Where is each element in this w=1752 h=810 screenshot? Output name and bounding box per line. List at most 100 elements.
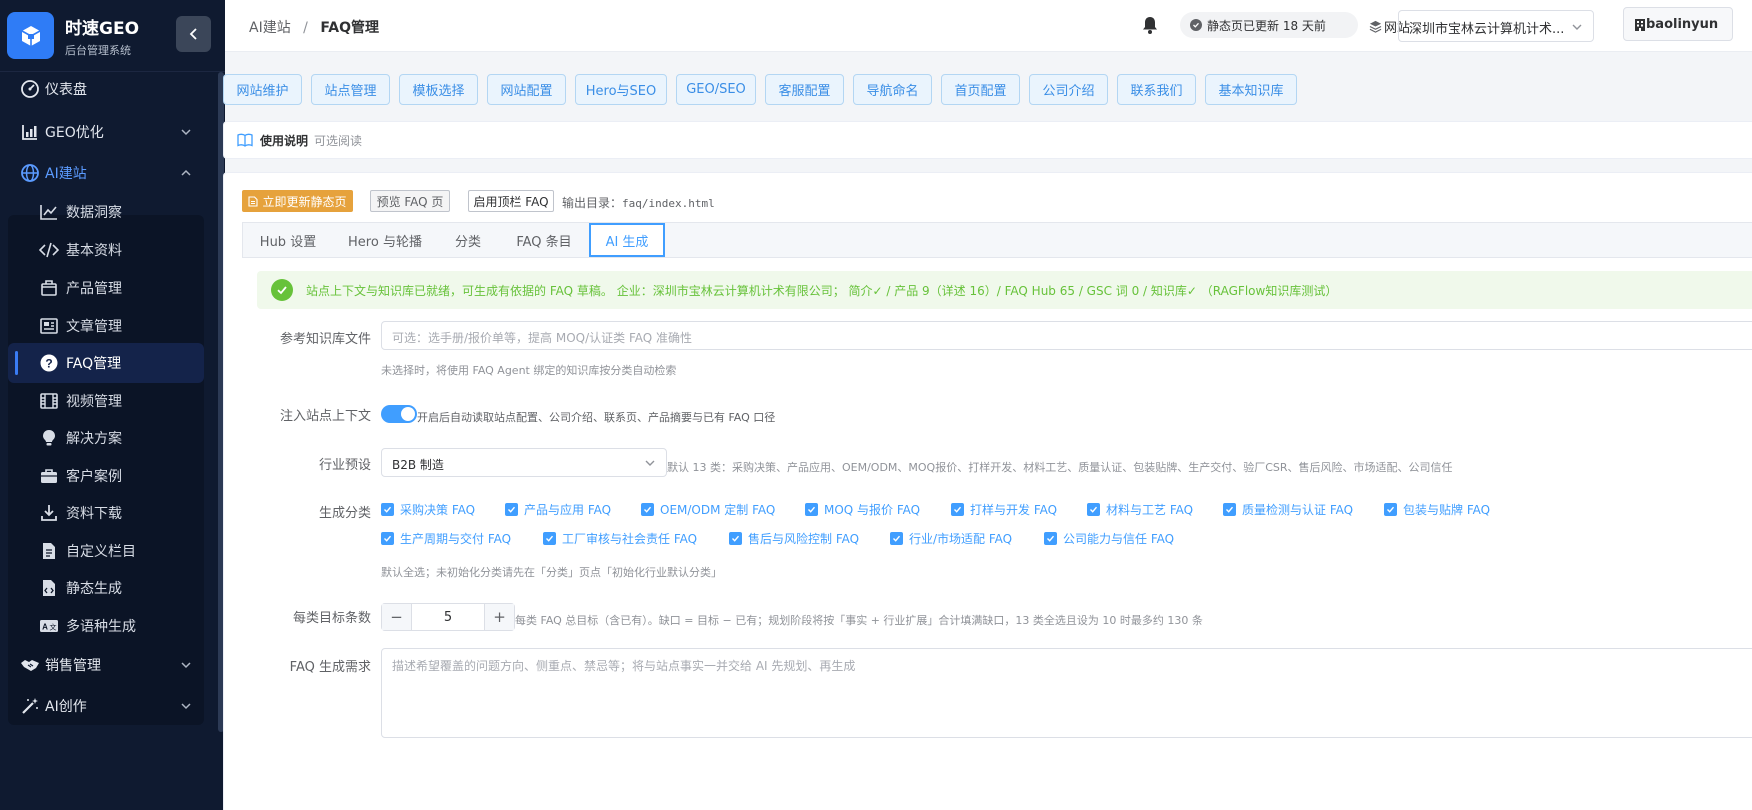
inject-context-toggle[interactable] <box>381 405 417 423</box>
sidebar-item-label: 解决方案 <box>66 431 122 447</box>
sidebar-item-ai-create[interactable]: AI创作 <box>0 685 215 727</box>
sidebar-item-static-gen[interactable]: 静态生成 <box>8 568 204 608</box>
sidebar-item-geo[interactable]: GEO优化 <box>0 111 215 153</box>
sidebar-item-multilang[interactable]: A文 多语种生成 <box>8 606 204 646</box>
svg-text:A: A <box>42 623 48 632</box>
update-static-page-button[interactable]: 立即更新静态页 <box>242 190 353 212</box>
target-count-stepper[interactable]: − 5 + <box>381 603 515 631</box>
site-select-value: 深圳市宝林云计算机计术... <box>1409 22 1565 37</box>
industry-preset-select[interactable]: B2B 制造 <box>381 448 667 477</box>
sidebar-item-dashboard[interactable]: 仪表盘 <box>0 68 215 110</box>
logo-icon <box>7 12 54 59</box>
target-count-label: 每类目标条数 <box>292 611 371 626</box>
sidebar-item-articles[interactable]: 文章管理 <box>8 306 204 346</box>
sidebar-item-videos[interactable]: 视频管理 <box>8 381 204 421</box>
sidebar-item-faq[interactable]: ? FAQ管理 <box>8 343 204 383</box>
topnav-hero-seo[interactable]: Hero与SEO <box>575 74 667 105</box>
decrement-button[interactable]: − <box>382 604 412 630</box>
topnav-station-manage[interactable]: 站点管理 <box>311 74 390 105</box>
category-checkbox[interactable]: 材料与工艺 FAQ <box>1087 501 1193 517</box>
topnav-service-config[interactable]: 客服配置 <box>765 74 844 105</box>
kb-file-hint: 未选择时，将使用 FAQ Agent 绑定的知识库按分类自动检索 <box>381 364 677 377</box>
topnav-site-config[interactable]: 网站配置 <box>487 74 566 105</box>
tab-hero-carousel[interactable]: Hero 与轮播 <box>336 223 434 257</box>
breadcrumb-parent[interactable]: AI建站 <box>249 20 291 36</box>
magic-wand-icon <box>22 698 38 714</box>
tab-ai-generate[interactable]: AI 生成 <box>589 223 665 257</box>
topnav-geo-seo[interactable]: GEO/SEO <box>676 74 756 105</box>
check-circle-icon <box>1190 19 1202 31</box>
sidebar-item-ai-site[interactable]: AI建站 <box>0 152 215 194</box>
faq-requirement-textarea[interactable]: 描述希望覆盖的问题方向、侧重点、禁忌等；将与站点事实一并交给 AI 先规划、再生… <box>381 648 1752 738</box>
question-circle-icon: ? <box>40 354 58 372</box>
static-status-badge: 静态页已更新 18 天前 <box>1180 12 1358 38</box>
check-circle-icon <box>271 279 293 301</box>
globe-icon <box>21 164 39 182</box>
download-icon <box>41 505 57 521</box>
category-checkbox[interactable]: 质量检测与认证 FAQ <box>1223 501 1353 517</box>
category-checkbox[interactable]: 工厂审核与社会责任 FAQ <box>543 530 697 546</box>
inject-context-text: 开启后自动读取站点配置、公司介绍、联系页、产品摘要与已有 FAQ 口径 <box>417 411 776 424</box>
topnav-template-select[interactable]: 模板选择 <box>399 74 478 105</box>
checkbox-checked-icon <box>381 531 394 545</box>
sidebar: 时速GEO 后台管理系统 仪表盘 GEO优化 AI建站 数据洞察 基本资料 产品… <box>0 0 225 810</box>
context-ready-alert: 站点上下文与知识库已就绪，可生成有依据的 FAQ 草稿。 企业：深圳市宝林云计算… <box>257 271 1752 309</box>
increment-button[interactable]: + <box>484 604 514 630</box>
category-checkbox[interactable]: 行业/市场适配 FAQ <box>890 530 1012 546</box>
sidebar-item-data-insight[interactable]: 数据洞察 <box>8 192 204 232</box>
topnav-home-config[interactable]: 首页配置 <box>941 74 1020 105</box>
bar-chart-icon <box>22 125 37 140</box>
topnav-contact-us[interactable]: 联系我们 <box>1117 74 1196 105</box>
tab-faq-items[interactable]: FAQ 条目 <box>503 223 585 257</box>
enable-topbar-faq-button[interactable]: 启用顶栏 FAQ <box>468 190 554 212</box>
file-code-icon <box>43 580 55 596</box>
topnav-site-maintenance[interactable]: 网站维护 <box>223 74 302 105</box>
sidebar-item-cases[interactable]: 客户案例 <box>8 456 204 496</box>
collapse-sidebar-button[interactable] <box>176 16 211 52</box>
category-checkbox[interactable]: 产品与应用 FAQ <box>505 501 611 517</box>
app-subtitle: 后台管理系统 <box>65 43 131 57</box>
category-checkbox[interactable]: MOQ 与报价 FAQ <box>805 501 920 517</box>
topnav-knowledge-base[interactable]: 基本知识库 <box>1205 74 1297 105</box>
usage-card[interactable]: 使用说明 可选阅读 <box>223 121 1752 159</box>
checkbox-checked-icon <box>1087 502 1100 516</box>
sidebar-item-solutions[interactable]: 解决方案 <box>8 418 204 458</box>
target-count-hint: 每类 FAQ 总目标（含已有）。缺口 = 目标 − 已有；规划阶段将按「事实 +… <box>515 614 1203 627</box>
category-checkbox[interactable]: 生产周期与交付 FAQ <box>381 530 511 546</box>
categories-hint: 默认全选；未初始化分类请先在「分类」页点「初始化行业默认分类」 <box>381 566 722 579</box>
topnav-company-intro[interactable]: 公司介绍 <box>1029 74 1108 105</box>
category-checkbox[interactable]: 包装与贴牌 FAQ <box>1384 501 1490 517</box>
preview-faq-button[interactable]: 预览 FAQ 页 <box>370 190 450 212</box>
checkbox-checked-icon <box>890 531 903 545</box>
category-checkbox[interactable]: OEM/ODM 定制 FAQ <box>641 501 775 517</box>
book-open-icon <box>237 133 253 147</box>
username: baolinyun <box>1646 16 1719 32</box>
briefcase-icon <box>41 469 57 483</box>
checkbox-checked-icon <box>543 531 556 545</box>
sidebar-item-sales[interactable]: 销售管理 <box>0 644 215 686</box>
sidebar-item-downloads[interactable]: 资料下载 <box>8 493 204 533</box>
site-select[interactable]: 深圳市宝林云计算机计术... <box>1398 10 1594 42</box>
bell-icon[interactable] <box>1140 15 1160 35</box>
inject-context-label: 注入站点上下文 <box>279 409 371 424</box>
sidebar-item-custom-columns[interactable]: 自定义栏目 <box>8 531 204 571</box>
tab-categories[interactable]: 分类 <box>438 223 498 257</box>
topnav-nav-naming[interactable]: 导航命名 <box>853 74 932 105</box>
dashboard-icon <box>21 80 39 98</box>
category-checkbox[interactable]: 售后与风险控制 FAQ <box>729 530 859 546</box>
target-count-value[interactable]: 5 <box>412 610 484 625</box>
sidebar-item-label: 数据洞察 <box>66 205 122 221</box>
user-menu-button[interactable]: baolinyun <box>1623 7 1733 41</box>
sidebar-item-label: 静态生成 <box>66 581 122 597</box>
sidebar-item-basic-info[interactable]: 基本资料 <box>8 230 204 270</box>
checkbox-checked-icon <box>641 502 654 516</box>
chevron-down-icon <box>645 460 655 466</box>
sidebar-item-products[interactable]: 产品管理 <box>8 268 204 308</box>
tab-hub-settings[interactable]: Hub 设置 <box>243 223 333 257</box>
kb-file-select[interactable]: 可选：选手册/报价单等，提高 MOQ/认证类 FAQ 准确性 <box>381 321 1752 350</box>
category-checkbox[interactable]: 公司能力与信任 FAQ <box>1044 530 1174 546</box>
category-checkbox[interactable]: 采购决策 FAQ <box>381 501 475 517</box>
category-checkbox[interactable]: 打样与开发 FAQ <box>951 501 1057 517</box>
checkbox-checked-icon <box>951 502 964 516</box>
chevron-up-icon <box>181 169 191 176</box>
